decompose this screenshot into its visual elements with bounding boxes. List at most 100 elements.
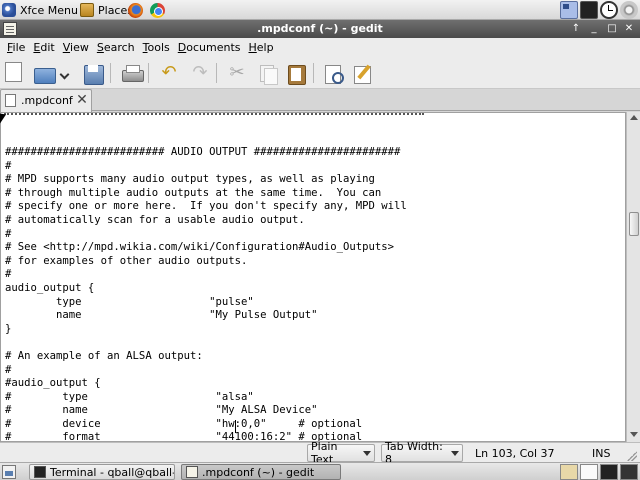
- close-window-button[interactable]: ✕: [622, 22, 636, 36]
- recent-files-arrow-icon[interactable]: [60, 62, 70, 84]
- cursor-position: Ln 103, Col 37: [475, 447, 555, 460]
- scroll-thumb[interactable]: [629, 212, 639, 236]
- xfce-menu-button[interactable]: Xfce Menu: [2, 2, 78, 18]
- language-selector[interactable]: Plain Text: [307, 440, 375, 466]
- text-editor[interactable]: ######################### AUDIO OUTPUT #…: [0, 112, 626, 442]
- menu-edit-rest: dit: [40, 41, 55, 54]
- code-line: ######################### AUDIO OUTPUT #…: [5, 146, 401, 158]
- toolbar: ↶ ↷ ✂: [0, 57, 640, 89]
- menu-view[interactable]: View: [59, 41, 93, 54]
- menu-search-rest: earch: [103, 41, 135, 54]
- find-icon[interactable]: [323, 62, 345, 84]
- shade-button[interactable]: ↑: [569, 22, 583, 36]
- menu-view-rest: iew: [70, 41, 89, 54]
- workspace-switcher-icon[interactable]: [560, 1, 578, 19]
- chrome-launcher[interactable]: [150, 2, 166, 18]
- code-line: #: [5, 159, 12, 172]
- tab-close-icon[interactable]: ✕: [75, 92, 89, 108]
- code-line: # specify one or more here. If you don't…: [5, 200, 407, 213]
- window-titlebar[interactable]: .mpdconf (~) - gedit ↑ _ □ ✕: [0, 20, 640, 38]
- menu-view-mnemonic: V: [62, 41, 71, 54]
- code-line: #: [5, 363, 12, 376]
- system-tray: [560, 1, 640, 19]
- menu-documents-rest: ocuments: [186, 41, 241, 54]
- places-menu-button[interactable]: Places: [80, 2, 133, 18]
- code-line: #audio_output {: [5, 377, 101, 390]
- code-line: name "My Pulse Output": [5, 309, 318, 322]
- menu-help[interactable]: Help: [245, 41, 278, 54]
- code-line: # automatically scan for a usable audio …: [5, 213, 305, 226]
- text-cursor: [235, 420, 236, 433]
- dotted-separator: [4, 113, 424, 117]
- terminal-icon: [34, 466, 46, 478]
- task-gedit[interactable]: .mpdconf (~) - gedit: [181, 464, 341, 480]
- undo-icon[interactable]: ↶: [158, 62, 180, 84]
- menubar: File Edit View Search Tools Documents He…: [0, 38, 640, 57]
- insert-mode-indicator: INS: [592, 447, 611, 460]
- open-file-icon[interactable]: [33, 62, 56, 84]
- code-line: # See <http://mpd.wikia.com/wiki/Configu…: [5, 241, 395, 254]
- text-document-icon: [5, 94, 16, 107]
- code-line: }: [5, 322, 12, 335]
- toolbar-separator: [110, 63, 111, 83]
- task-label: .mpdconf (~) - gedit: [202, 465, 315, 479]
- print-icon[interactable]: [121, 62, 144, 84]
- code-line: # name "My ALSA Device": [5, 404, 318, 417]
- vertical-scrollbar[interactable]: [626, 112, 640, 442]
- scroll-down-arrow-icon[interactable]: [630, 432, 638, 437]
- menu-search[interactable]: Search: [93, 41, 139, 54]
- minimize-button[interactable]: _: [587, 22, 601, 36]
- cut-icon[interactable]: ✂: [226, 62, 248, 84]
- code-line: # for examples of other audio outputs.: [5, 254, 248, 267]
- resize-grip-icon[interactable]: [627, 451, 637, 461]
- toolbar-separator: [313, 63, 314, 83]
- code-line: # type "alsa": [5, 390, 254, 403]
- code-line: #: [5, 227, 12, 240]
- menu-tools[interactable]: Tools: [139, 41, 174, 54]
- menu-edit[interactable]: Edit: [29, 41, 58, 54]
- paste-icon[interactable]: [285, 62, 307, 85]
- gedit-window-icon[interactable]: [560, 464, 578, 480]
- places-folder-icon: [80, 3, 94, 17]
- menu-tools-rest: ools: [147, 41, 170, 54]
- menu-help-rest: elp: [256, 41, 274, 54]
- quit-icon[interactable]: [620, 1, 638, 19]
- chrome-icon: [150, 2, 165, 18]
- task-terminal[interactable]: Terminal - qball@qball-...: [29, 464, 175, 480]
- firefox-launcher[interactable]: [128, 2, 144, 18]
- maximize-button[interactable]: □: [605, 22, 619, 36]
- statusbar: Plain Text Tab Width: 8 Ln 103, Col 37 I…: [0, 440, 640, 466]
- tab-width-selector[interactable]: Tab Width: 8: [381, 440, 463, 466]
- save-file-icon[interactable]: [82, 62, 104, 85]
- taskbar: Terminal - qball@qball-... .mpdconf (~) …: [0, 462, 640, 480]
- tab-label: .mpdconf: [21, 94, 73, 107]
- code-line: #: [5, 268, 12, 281]
- window-thumbnail-icon[interactable]: [620, 464, 638, 480]
- code-line: type "pulse": [5, 295, 254, 308]
- code-line: # through multiple audio outputs at the …: [5, 186, 382, 199]
- code-lines: ######################### AUDIO OUTPUT #…: [5, 146, 407, 441]
- chevron-down-icon: [451, 450, 459, 456]
- menu-documents-mnemonic: D: [177, 41, 187, 54]
- new-file-icon[interactable]: [5, 62, 22, 82]
- document-tabbar: .mpdconf ✕: [0, 89, 640, 112]
- mouse-pointer-icon: [0, 113, 6, 125]
- code-line: # An example of an ALSA output:: [5, 349, 203, 362]
- menu-documents[interactable]: Documents: [174, 41, 245, 54]
- menu-help-mnemonic: H: [248, 41, 257, 54]
- menu-search-mnemonic: S: [96, 41, 104, 54]
- terminal-window-icon[interactable]: [600, 464, 618, 480]
- scroll-up-arrow-icon[interactable]: [630, 115, 638, 120]
- show-desktop-button[interactable]: [2, 465, 16, 479]
- menu-file[interactable]: File: [3, 41, 29, 54]
- clock-icon[interactable]: [600, 1, 618, 19]
- network-monitor-icon[interactable]: [580, 1, 598, 19]
- redo-icon[interactable]: ↷: [189, 62, 211, 84]
- tab-mpdconf[interactable]: .mpdconf ✕: [0, 89, 92, 112]
- chevron-down-icon: [363, 450, 371, 456]
- copy-icon[interactable]: [256, 62, 278, 85]
- find-replace-icon[interactable]: [352, 62, 374, 84]
- gedit-icon: [186, 466, 198, 478]
- window-thumbnail-icon[interactable]: [580, 464, 598, 480]
